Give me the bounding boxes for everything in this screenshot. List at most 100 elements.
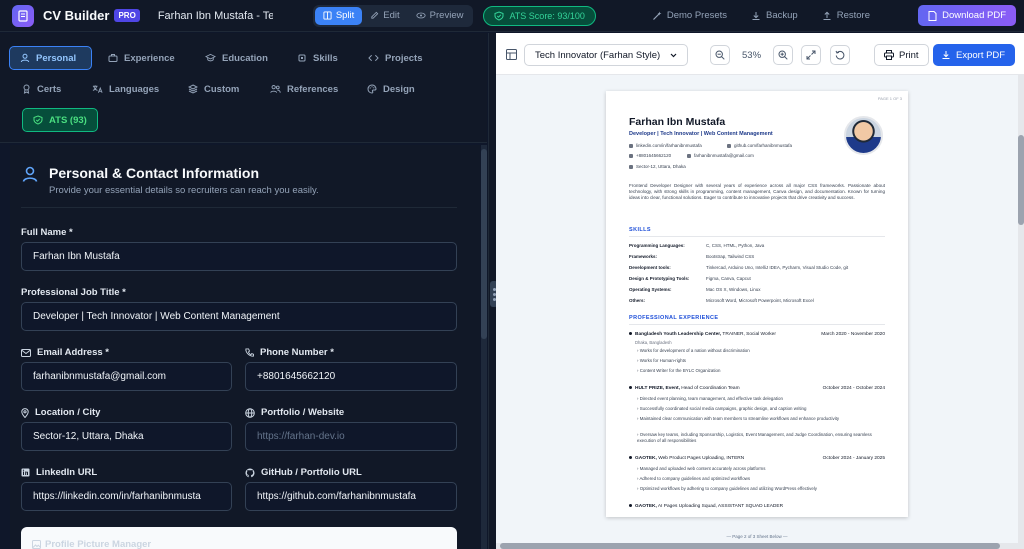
app-brand: CV Builder [43, 8, 110, 23]
linkedin-icon [629, 143, 633, 148]
linkedin-input[interactable]: https://linkedin.com/in/farhanibnmusta [21, 482, 232, 511]
cv-skill-key: Programming Languages: [629, 243, 685, 248]
cv-skill-value: Figma, Canva, Capcut [706, 276, 751, 281]
cv-job-bullet: › Maintained clear communication with te… [637, 416, 885, 422]
template-select[interactable]: Tech Innovator (Farhan Style) [524, 44, 688, 66]
cv-phone-text: +8801645662120 [636, 153, 672, 158]
backup-button[interactable]: Backup [751, 10, 798, 21]
mode-preview-button[interactable]: Preview [408, 7, 472, 25]
editor-scrollbar[interactable] [481, 145, 487, 549]
cv-job-bullet-text: Content Writer for the BYLC Organization [639, 368, 721, 373]
bullet-icon [629, 332, 632, 336]
preview-scrollbar[interactable] [1018, 75, 1024, 549]
translate-icon [92, 85, 103, 93]
phone-input[interactable]: +8801645662120 [245, 362, 457, 391]
tab-experience[interactable]: Experience [98, 46, 185, 70]
app-logo-icon [12, 4, 34, 27]
cv-job-bullet-text: Works for development of a nation withou… [639, 348, 750, 353]
tab-references-label: References [287, 83, 339, 95]
tab-projects-label: Projects [385, 52, 423, 64]
preview-horizontal-scrollbar[interactable] [496, 543, 1018, 549]
editor-scrollbar-thumb[interactable] [481, 149, 487, 339]
cv-github-text: github.com/farhanibnmustafa [734, 143, 793, 148]
zoom-out-icon [715, 50, 725, 60]
job-title-input[interactable]: Developer | Tech Innovator | Web Content… [21, 302, 457, 331]
cv-job-bullet: › Content Writer for the BYLC Organizati… [637, 368, 885, 374]
print-button[interactable]: Print [874, 44, 929, 66]
profile-picture-manager[interactable]: Profile Picture Manager [21, 527, 457, 549]
phone-icon [245, 348, 254, 357]
portfolio-label-text: Portfolio / Website [261, 407, 345, 418]
split-icon [323, 11, 332, 20]
panel-splitter[interactable] [488, 33, 498, 549]
cv-job-bullet-text: Successfully coordinated social media ca… [639, 406, 807, 411]
linkedin-label-text: LinkedIn URL [36, 467, 98, 478]
full-name-input[interactable]: Farhan Ibn Mustafa [21, 242, 457, 271]
ats-score-badge[interactable]: ATS Score: 93/100 [483, 5, 596, 26]
tab-languages-label: Languages [109, 83, 160, 95]
pencil-icon [371, 11, 379, 19]
location-input[interactable]: Sector-12, Uttara, Dhaka [21, 422, 232, 451]
chip-icon [298, 54, 306, 62]
mode-split-button[interactable]: Split [314, 6, 363, 25]
shield-check-icon [33, 115, 43, 125]
cv-job-bullet: › Managed and uploaded web content accur… [637, 466, 885, 472]
cv-skill-value: Bootstrap, Tailwind CSS [706, 254, 755, 259]
zoom-in-button[interactable] [773, 45, 793, 65]
restore-label: Restore [836, 10, 870, 21]
layers-icon [188, 84, 198, 94]
cv-job-location: Dhaka, Bangladesh [635, 340, 672, 345]
cv-skill-key: Design & Prototyping Tools: [629, 276, 690, 281]
mail-icon [21, 348, 31, 357]
email-input[interactable]: farhanibnmustafa@gmail.com [21, 362, 232, 391]
preview-horizontal-scrollbar-thumb[interactable] [500, 543, 1000, 549]
phone-label-text: Phone Number * [260, 347, 334, 358]
chevron-right-icon: › [637, 466, 639, 471]
reset-zoom-button[interactable] [830, 45, 850, 65]
bullet-icon [629, 386, 632, 390]
tab-design[interactable]: Design [357, 77, 425, 101]
tab-ats[interactable]: ATS (93) [22, 108, 98, 132]
portfolio-input[interactable]: https://farhan-dev.io [245, 422, 457, 451]
cv-job-role: Web Product Pages Uploading, INTERN [656, 456, 745, 461]
user-icon [20, 53, 30, 63]
demo-presets-button[interactable]: Demo Presets [652, 10, 727, 21]
download-pdf-button[interactable]: Download PDF [918, 5, 1016, 26]
cv-skill-value: Microsoft Word, Microsoft Powerpoint, Mi… [706, 298, 814, 303]
cv-location-text: Sector-12, Uttara, Dhaka [636, 164, 686, 169]
tab-projects[interactable]: Projects [358, 46, 433, 70]
tab-personal[interactable]: Personal [9, 46, 92, 70]
chevron-right-icon: › [637, 396, 639, 401]
restore-button[interactable]: Restore [822, 10, 870, 21]
zoom-out-button[interactable] [710, 45, 730, 65]
layout-icon [506, 49, 517, 60]
tab-education[interactable]: Education [195, 46, 278, 70]
tab-references[interactable]: References [260, 77, 348, 101]
palette-icon [367, 84, 377, 94]
bullet-icon [629, 504, 632, 508]
export-pdf-button[interactable]: Export PDF [933, 44, 1015, 66]
github-input[interactable]: https://github.com/farhanibnmustafa [245, 482, 457, 511]
resume-name-input[interactable]: Farhan Ibn Mustafa - Te [158, 10, 273, 22]
cv-location: Sector-12, Uttara, Dhaka [629, 164, 686, 169]
award-icon [23, 84, 30, 94]
cv-job-bullet-text: Optimized workflows by adhering to compa… [639, 486, 817, 491]
cv-linkedin-text: linkedin.com/in/farhanibnmustafa [636, 143, 702, 148]
chevron-right-icon: › [637, 416, 639, 421]
tab-skills[interactable]: Skills [287, 46, 348, 70]
cv-job-role: Head of Coordination Team [679, 386, 740, 391]
globe-icon [245, 407, 255, 418]
fit-screen-button[interactable] [801, 45, 821, 65]
location-label: Location / City [21, 407, 100, 418]
mail-icon [687, 153, 691, 158]
cv-skill-key: Others: [629, 298, 646, 303]
tab-languages[interactable]: Languages [82, 77, 169, 101]
preview-scrollbar-thumb[interactable] [1018, 135, 1024, 225]
tab-certs[interactable]: Certs [12, 77, 71, 101]
chevron-right-icon: › [637, 486, 639, 491]
tab-custom[interactable]: Custom [178, 77, 249, 101]
mode-edit-label: Edit [383, 10, 400, 21]
cv-profile-photo [844, 116, 883, 155]
mode-edit-button[interactable]: Edit [362, 7, 407, 25]
github-icon [727, 143, 731, 148]
